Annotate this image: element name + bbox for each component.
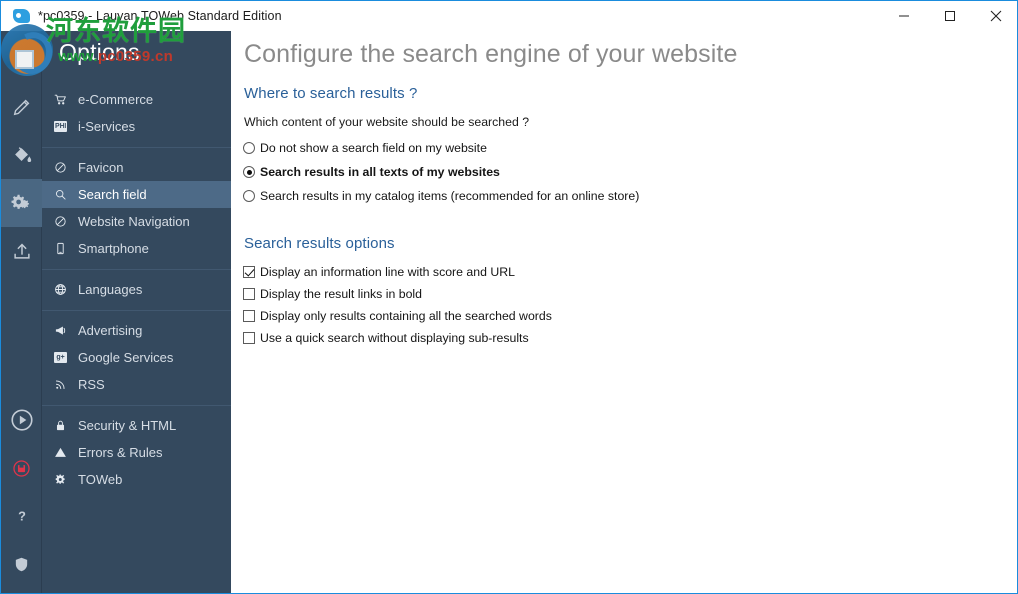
sidebar-item-toweb[interactable]: TOWeb (42, 466, 231, 493)
gears-options-icon[interactable] (1, 179, 42, 227)
section-heading-search-results-options: Search results options (244, 235, 395, 252)
sidebar-item-label: Smartphone (78, 241, 149, 256)
circle-slash-icon (54, 214, 72, 230)
sidebar-item-label: i-Services (78, 119, 136, 134)
sidebar-item-languages[interactable]: Languages (42, 276, 231, 303)
sidebar-group: Languages (42, 270, 231, 310)
sidebar-item-rss[interactable]: RSS (42, 371, 231, 398)
sidebar-group: e-Commerce PHP i-Services (42, 80, 231, 147)
options-sidebar: Options e-Commerce PHP i-Services Favicon Se… (42, 31, 231, 593)
warning-triangle-icon (54, 445, 72, 461)
checkbox-label: Use a quick search without displaying su… (260, 331, 529, 345)
sidebar-item-label: Advertising (78, 323, 143, 338)
search-scope-question: Which content of your website should be … (244, 115, 530, 129)
magnifier-icon (54, 187, 72, 203)
megaphone-icon (54, 323, 72, 339)
radio-label: Search results in all texts of my websit… (260, 165, 500, 179)
sidebar-item-label: Favicon (78, 160, 124, 175)
sidebar-item-e-commerce[interactable]: e-Commerce (42, 86, 231, 113)
checkbox-quick-search[interactable]: Use a quick search without displaying su… (243, 331, 529, 345)
sidebar-item-label: Languages (78, 282, 143, 297)
gear-icon (54, 472, 72, 488)
title-bar: *pc0359 - Lauyan TOWeb Standard Edition (1, 0, 1017, 31)
close-button[interactable] (973, 1, 1017, 31)
sidebar-title: Options (59, 39, 140, 65)
save-icon[interactable] (1, 444, 42, 492)
application-window: *pc0359 - Lauyan TOWeb Standard Edition (0, 0, 1018, 594)
sidebar-group: Favicon Search field Website Navigation Sma… (42, 148, 231, 269)
radio-label: Search results in my catalog items (reco… (260, 189, 640, 203)
sidebar-item-i-services[interactable]: PHP i-Services (42, 113, 231, 140)
sidebar-item-label: Search field (78, 187, 147, 202)
checkbox-label: Display only results containing all the … (260, 309, 552, 323)
sidebar-item-label: Website Navigation (78, 214, 190, 229)
rss-icon (54, 377, 72, 393)
radio-indicator[interactable] (243, 142, 255, 154)
sidebar-item-label: TOWeb (78, 472, 123, 487)
paint-bucket-icon[interactable] (1, 131, 42, 179)
window-controls (881, 1, 1017, 31)
globe-icon (54, 282, 72, 298)
sidebar-item-label: RSS (78, 377, 105, 392)
circle-slash-icon (54, 160, 72, 176)
sidebar-item-smartphone[interactable]: Smartphone (42, 235, 231, 262)
google-plus-badge-icon: g+ (54, 350, 72, 366)
smartphone-icon (54, 241, 72, 257)
sidebar-item-label: e-Commerce (78, 92, 154, 107)
radio-search-all-texts[interactable]: Search results in all texts of my websit… (243, 165, 500, 179)
section-heading-where-to-search: Where to search results ? (244, 85, 418, 102)
radio-indicator[interactable] (243, 190, 255, 202)
checkbox-label: Display the result links in bold (260, 287, 422, 301)
app-icon (13, 8, 31, 24)
sidebar-item-errors-rules[interactable]: Errors & Rules (42, 439, 231, 466)
sidebar-item-advertising[interactable]: Advertising (42, 317, 231, 344)
sidebar-item-google-services[interactable]: g+ Google Services (42, 344, 231, 371)
pencil-edit-icon[interactable] (1, 83, 42, 131)
checkbox-display-info-line[interactable]: Display an information line with score a… (243, 265, 515, 279)
php-badge-icon: PHP (54, 119, 72, 135)
play-preview-icon[interactable] (1, 396, 42, 444)
radio-do-not-show-search-field[interactable]: Do not show a search field on my website (243, 141, 487, 155)
icon-rail: ? (1, 31, 42, 593)
page-title: Configure the search engine of your webs… (244, 40, 738, 68)
sidebar-item-label: Google Services (78, 350, 174, 365)
sidebar-item-website-navigation[interactable]: Website Navigation (42, 208, 231, 235)
sidebar-item-search-field[interactable]: Search field (42, 181, 231, 208)
lock-icon (54, 418, 72, 434)
sidebar-item-list: e-Commerce PHP i-Services Favicon Search fie… (42, 80, 231, 500)
sidebar-group: Advertising g+ Google Services RSS (42, 311, 231, 405)
radio-search-catalog-items[interactable]: Search results in my catalog items (reco… (243, 189, 639, 203)
checkbox-indicator[interactable] (243, 310, 255, 322)
minimize-button[interactable] (881, 1, 927, 31)
help-question-icon[interactable]: ? (1, 492, 42, 540)
shield-icon[interactable] (1, 540, 42, 588)
sidebar-item-label: Errors & Rules (78, 445, 163, 460)
sidebar-item-label: Security & HTML (78, 418, 177, 433)
checkbox-all-searched-words[interactable]: Display only results containing all the … (243, 309, 552, 323)
radio-indicator[interactable] (243, 166, 255, 178)
main-content: Configure the search engine of your webs… (231, 31, 1017, 593)
svg-text:?: ? (18, 509, 26, 524)
checkbox-links-in-bold[interactable]: Display the result links in bold (243, 287, 422, 301)
sidebar-item-favicon[interactable]: Favicon (42, 154, 231, 181)
sidebar-item-security-html[interactable]: Security & HTML (42, 412, 231, 439)
window-title: *pc0359 - Lauyan TOWeb Standard Edition (38, 9, 282, 23)
sidebar-group: Security & HTML Errors & Rules TOWeb (42, 406, 231, 500)
checkbox-indicator[interactable] (243, 288, 255, 300)
maximize-button[interactable] (927, 1, 973, 31)
upload-publish-icon[interactable] (1, 227, 42, 275)
checkbox-label: Display an information line with score a… (260, 265, 515, 279)
radio-label: Do not show a search field on my website (260, 141, 487, 155)
checkbox-indicator[interactable] (243, 332, 255, 344)
checkbox-indicator[interactable] (243, 266, 255, 278)
shopping-cart-icon (54, 92, 72, 108)
